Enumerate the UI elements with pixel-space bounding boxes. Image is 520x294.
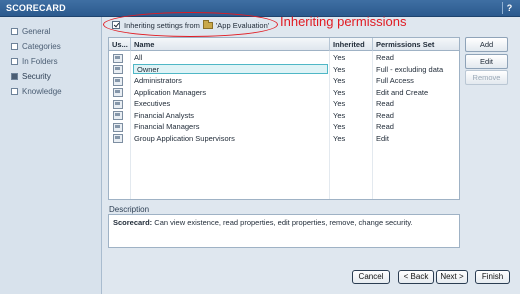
- user-group-icon: [113, 134, 123, 143]
- checkbox-icon: [11, 42, 18, 50]
- row-inherited: Yes: [333, 76, 346, 85]
- sidebar-item-categories[interactable]: Categories: [11, 40, 61, 52]
- row-permission: Edit: [376, 133, 389, 143]
- column-header-user[interactable]: Us...: [109, 38, 131, 51]
- finish-button[interactable]: Finish: [475, 270, 510, 284]
- checkbox-icon: [11, 57, 18, 65]
- row-name: Application Managers: [134, 87, 207, 97]
- permissions-grid: Us... Name Inherited Permissions Set All…: [108, 37, 460, 200]
- description-label: Description: [109, 205, 150, 214]
- sidebar-item-security[interactable]: Security: [11, 70, 51, 82]
- user-group-icon: [113, 122, 123, 132]
- row-name: Owner: [133, 64, 328, 74]
- table-row[interactable]: Financial Analysts Yes Read: [109, 110, 459, 122]
- user-group-icon: [113, 99, 123, 109]
- sidebar-item-label: Knowledge: [22, 86, 62, 96]
- user-group-icon: [113, 76, 123, 86]
- row-inherited: Yes: [333, 122, 346, 131]
- row-inherited: Yes: [333, 133, 346, 143]
- user-group-icon: [113, 65, 123, 74]
- table-row[interactable]: Administrators Yes Full Access: [109, 75, 459, 87]
- annotation-text: Inheriting permissions: [280, 14, 407, 29]
- table-row[interactable]: Group Application Supervisors Yes Edit: [109, 133, 459, 145]
- user-group-icon: [113, 88, 123, 97]
- remove-button[interactable]: Remove: [465, 70, 508, 85]
- row-inherited: Yes: [333, 64, 346, 74]
- user-group-icon: [113, 53, 123, 63]
- grid-header: Us... Name Inherited Permissions Set: [109, 38, 459, 51]
- table-row[interactable]: Application Managers Yes Edit and Create: [109, 87, 459, 99]
- row-permission: Read: [376, 53, 394, 62]
- column-header-inherited[interactable]: Inherited: [330, 38, 373, 51]
- row-name: Group Application Supervisors: [134, 133, 235, 143]
- cancel-button[interactable]: Cancel: [352, 270, 390, 284]
- user-group-icon: [113, 111, 123, 120]
- table-row[interactable]: Owner Yes Full - excluding data: [109, 64, 459, 76]
- row-permission: Full - excluding data: [376, 64, 444, 74]
- window-title: SCORECARD: [6, 3, 66, 13]
- sidebar-item-knowledge[interactable]: Knowledge: [11, 85, 62, 97]
- title-bar: SCORECARD ?: [0, 0, 520, 17]
- checkbox-icon: [11, 27, 18, 35]
- table-row[interactable]: All Yes Read: [109, 52, 459, 64]
- description-box: Scorecard: Can view existence, read prop…: [108, 214, 460, 248]
- sidebar-item-label: General: [22, 26, 51, 36]
- edit-button[interactable]: Edit: [465, 54, 508, 69]
- next-button[interactable]: Next >: [436, 270, 468, 284]
- row-permission: Full Access: [376, 76, 414, 85]
- sidebar-item-label: Categories: [22, 41, 61, 51]
- column-header-name[interactable]: Name: [131, 38, 330, 51]
- table-row[interactable]: Financial Managers Yes Read: [109, 121, 459, 133]
- description-text: Can view existence, read properties, edi…: [152, 218, 413, 227]
- sidebar-item-label: In Folders: [22, 56, 58, 66]
- row-name: Administrators: [134, 76, 182, 85]
- description-subject: Scorecard:: [113, 218, 153, 227]
- row-inherited: Yes: [333, 53, 346, 62]
- row-permission: Read: [376, 99, 394, 108]
- row-permission: Edit and Create: [376, 87, 429, 97]
- row-name: Financial Managers: [134, 122, 200, 131]
- row-name: All: [134, 53, 143, 62]
- add-button[interactable]: Add: [465, 37, 508, 52]
- checkbox-icon: [11, 87, 18, 95]
- column-header-permissions[interactable]: Permissions Set: [373, 38, 459, 51]
- help-button[interactable]: ?: [502, 2, 516, 14]
- row-inherited: Yes: [333, 110, 346, 120]
- row-name: Financial Analysts: [134, 110, 195, 120]
- back-button[interactable]: < Back: [398, 270, 434, 284]
- sidebar-item-in-folders[interactable]: In Folders: [11, 55, 58, 67]
- row-inherited: Yes: [333, 99, 346, 108]
- checkbox-icon: [11, 72, 18, 80]
- sidebar-item-label: Security: [22, 71, 51, 81]
- row-name: Executives: [134, 99, 171, 108]
- table-row[interactable]: Executives Yes Read: [109, 98, 459, 110]
- sidebar-item-general[interactable]: General: [11, 25, 50, 37]
- annotation-ellipse: [103, 12, 278, 37]
- sidebar: General Categories In Folders Security K…: [0, 17, 102, 294]
- row-permission: Read: [376, 110, 394, 120]
- row-permission: Read: [376, 122, 394, 131]
- row-inherited: Yes: [333, 87, 346, 97]
